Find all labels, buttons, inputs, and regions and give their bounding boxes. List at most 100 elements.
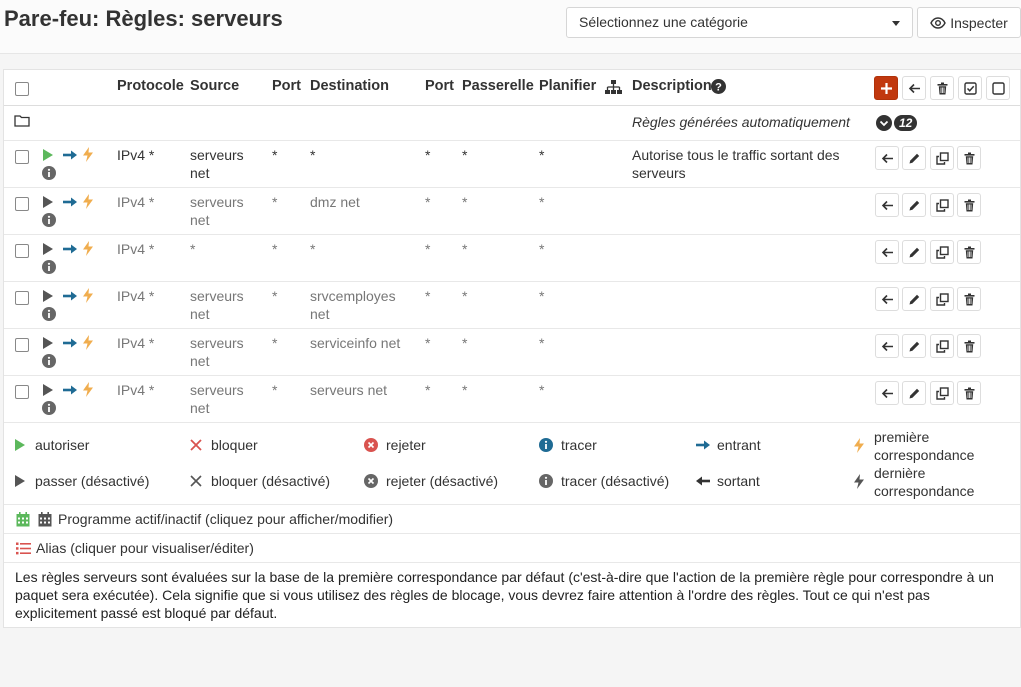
info-circle-grey-icon[interactable] bbox=[42, 354, 56, 368]
play-grey-icon[interactable] bbox=[42, 289, 54, 303]
rule-source-line2: net bbox=[190, 306, 210, 322]
trash-icon bbox=[964, 293, 974, 305]
copy-rule-button[interactable] bbox=[930, 287, 954, 311]
delete-rule-button[interactable] bbox=[957, 146, 981, 170]
rule-select-checkbox[interactable] bbox=[15, 338, 29, 352]
select-all-checkbox[interactable] bbox=[15, 82, 29, 96]
rule-row[interactable]: IPv4 * serveurs net * serveurs net * * * bbox=[4, 376, 1020, 423]
pencil-icon bbox=[909, 247, 919, 257]
rule-destination: dmz net bbox=[310, 194, 360, 210]
arrow-left-icon bbox=[881, 153, 893, 163]
bolt-orange-icon bbox=[83, 382, 93, 397]
category-select[interactable]: Sélectionnez une catégorie bbox=[566, 7, 913, 38]
rule-source-port: * bbox=[272, 147, 278, 163]
info-circle-grey-icon[interactable] bbox=[42, 260, 56, 274]
pencil-icon bbox=[909, 294, 919, 304]
rule-protocol: IPv4 * bbox=[117, 194, 155, 210]
rules-panel: Protocole Source Port Destination Port P… bbox=[3, 69, 1021, 628]
edit-rule-button[interactable] bbox=[902, 287, 926, 311]
delete-rule-button[interactable] bbox=[957, 240, 981, 264]
play-grey-icon[interactable] bbox=[42, 383, 54, 397]
enable-selected-button[interactable] bbox=[958, 76, 982, 100]
legend-reject-disabled: rejeter (désactivé) bbox=[386, 473, 499, 489]
move-selected-button[interactable] bbox=[902, 76, 926, 100]
rule-source-line2: net bbox=[190, 165, 210, 181]
play-grey-icon[interactable] bbox=[42, 242, 54, 256]
rule-source: serveurs bbox=[190, 194, 244, 210]
rule-select-checkbox[interactable] bbox=[15, 150, 29, 164]
move-rule-button[interactable] bbox=[875, 334, 899, 358]
arrow-left-icon bbox=[881, 247, 893, 257]
edit-rule-button[interactable] bbox=[902, 146, 926, 170]
help-icon[interactable]: ? bbox=[711, 79, 726, 94]
calendar-green-icon bbox=[16, 512, 30, 527]
rule-gateway: * bbox=[462, 194, 468, 210]
plus-icon bbox=[880, 82, 892, 94]
copy-rule-button[interactable] bbox=[930, 334, 954, 358]
info-circle-grey-icon[interactable] bbox=[42, 213, 56, 227]
clone-icon bbox=[935, 386, 949, 400]
clone-icon bbox=[935, 198, 949, 212]
col-description: Description bbox=[632, 78, 712, 94]
disable-selected-button[interactable] bbox=[986, 76, 1010, 100]
play-green-icon[interactable] bbox=[42, 148, 54, 162]
rule-destination-port: * bbox=[425, 241, 431, 257]
rule-row[interactable]: IPv4 * serveurs net * dmz net * * * bbox=[4, 188, 1020, 235]
rule-row[interactable]: IPv4 * serveurs net * serviceinfo net * … bbox=[4, 329, 1020, 376]
schedule-legend-row: Programme actif/inactif (cliquez pour af… bbox=[4, 505, 1020, 534]
rule-select-checkbox[interactable] bbox=[15, 385, 29, 399]
rule-select-checkbox[interactable] bbox=[15, 291, 29, 305]
expand-auto-rules-button[interactable]: 12 bbox=[876, 114, 922, 132]
info-circle-grey-icon[interactable] bbox=[42, 307, 56, 321]
edit-rule-button[interactable] bbox=[902, 240, 926, 264]
rule-source-line2: net bbox=[190, 212, 210, 228]
col-destination: Destination bbox=[310, 78, 389, 94]
copy-rule-button[interactable] bbox=[930, 146, 954, 170]
play-grey-icon[interactable] bbox=[42, 336, 54, 350]
move-rule-button[interactable] bbox=[875, 193, 899, 217]
trash-icon bbox=[937, 82, 947, 94]
delete-rule-button[interactable] bbox=[957, 287, 981, 311]
trash-icon bbox=[964, 152, 974, 164]
play-grey-icon[interactable] bbox=[42, 195, 54, 209]
rule-protocol: IPv4 * bbox=[117, 147, 155, 163]
rule-row[interactable]: IPv4 * serveurs net * * * * * Autorise t… bbox=[4, 141, 1020, 188]
rule-select-checkbox[interactable] bbox=[15, 197, 29, 211]
delete-rule-button[interactable] bbox=[957, 193, 981, 217]
auto-rules-row[interactable]: Règles générées automatiquement 12 bbox=[4, 106, 1020, 141]
clone-icon bbox=[935, 292, 949, 306]
auto-rules-label: Règles générées automatiquement bbox=[632, 114, 850, 130]
legend-block-disabled: bloquer (désactivé) bbox=[211, 473, 331, 489]
rule-source-line2: net bbox=[190, 400, 210, 416]
edit-rule-button[interactable] bbox=[902, 193, 926, 217]
delete-rule-button[interactable] bbox=[957, 334, 981, 358]
copy-rule-button[interactable] bbox=[930, 193, 954, 217]
legend-log-disabled: tracer (désactivé) bbox=[561, 473, 670, 489]
rule-schedule: * bbox=[539, 382, 545, 398]
legend-block: bloquer bbox=[211, 437, 258, 453]
check-square-icon bbox=[963, 81, 977, 95]
move-rule-button[interactable] bbox=[875, 240, 899, 264]
delete-selected-button[interactable] bbox=[930, 76, 954, 100]
rule-row[interactable]: IPv4 * serveurs net * srvcemployes net *… bbox=[4, 282, 1020, 329]
copy-rule-button[interactable] bbox=[930, 240, 954, 264]
move-rule-button[interactable] bbox=[875, 287, 899, 311]
inspect-button[interactable]: Inspecter bbox=[917, 7, 1021, 38]
delete-rule-button[interactable] bbox=[957, 381, 981, 405]
info-circle-grey-icon[interactable] bbox=[42, 166, 56, 180]
edit-rule-button[interactable] bbox=[902, 334, 926, 358]
rule-row[interactable]: IPv4 * * * * * * * bbox=[4, 235, 1020, 282]
move-rule-button[interactable] bbox=[875, 146, 899, 170]
rule-destination: srvcemployes bbox=[310, 288, 396, 304]
move-rule-button[interactable] bbox=[875, 381, 899, 405]
edit-rule-button[interactable] bbox=[902, 381, 926, 405]
rule-select-checkbox[interactable] bbox=[15, 244, 29, 258]
info-circle-grey-icon[interactable] bbox=[42, 401, 56, 415]
arrow-right-blue-icon bbox=[63, 150, 77, 160]
rule-schedule: * bbox=[539, 241, 545, 257]
pencil-icon bbox=[909, 388, 919, 398]
add-rule-button[interactable] bbox=[874, 76, 898, 100]
rule-description-line2: serveurs bbox=[632, 165, 686, 181]
copy-rule-button[interactable] bbox=[930, 381, 954, 405]
legend-first-match-l1: première bbox=[874, 429, 930, 445]
